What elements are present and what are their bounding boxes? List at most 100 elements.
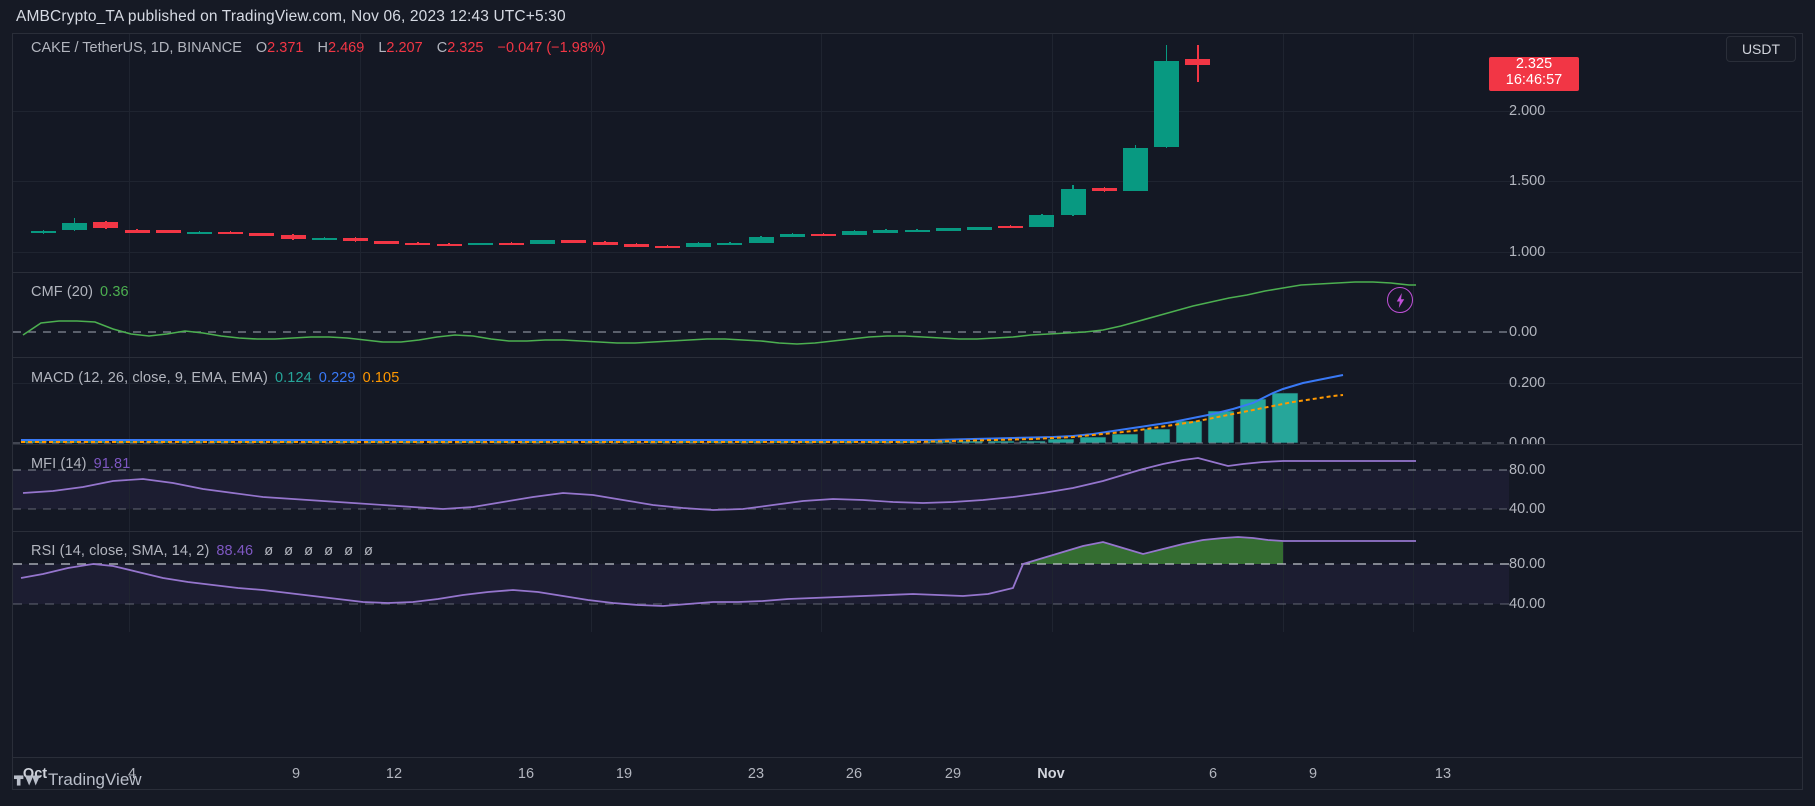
candle-body[interactable] [780,234,805,237]
candle-body[interactable] [967,227,992,230]
cmf-title: CMF (20) [31,284,93,300]
cmf-pane[interactable]: CMF (20)0.36 0.00 [13,273,1802,357]
price-axis-tick: 2.000 [1509,103,1545,119]
gridline-v [591,34,592,272]
close-value: 2.325 [447,40,483,56]
candle-body[interactable] [936,228,961,231]
candle-body[interactable] [312,238,337,241]
candle-body[interactable] [437,244,462,247]
macd-legend[interactable]: MACD (12, 26, close, 9, EMA, EMA)0.1240.… [31,370,399,386]
candle-body[interactable] [31,231,56,234]
mfi-title: MFI (14) [31,456,87,472]
candle-body[interactable] [218,232,243,235]
macd-histogram-bar [1208,411,1234,443]
candle-body[interactable] [249,233,274,236]
candle-body[interactable] [468,243,493,246]
candle-body[interactable] [998,226,1023,229]
close-label: C [437,40,447,56]
currency-badge[interactable]: USDT [1726,36,1796,62]
candle-body[interactable] [1123,148,1148,191]
symbol-title: CAKE / TetherUS, 1D, BINANCE [31,40,242,56]
candle-body[interactable] [842,231,867,235]
time-tick: 9 [1309,766,1317,782]
candle-body[interactable] [93,222,118,228]
gridline-v [1052,34,1053,272]
candle-body[interactable] [561,240,586,243]
attribution-text: AMBCrypto_TA published on TradingView.co… [16,8,566,26]
cmf-legend[interactable]: CMF (20)0.36 [31,284,129,300]
candle-body[interactable] [405,243,430,246]
price-axis-tick: 1.500 [1509,173,1545,189]
candle-body[interactable] [499,243,524,246]
gridline-v [360,34,361,272]
mfi-axis-tick: 40.00 [1509,501,1545,517]
symbol-legend[interactable]: CAKE / TetherUS, 1D, BINANCE O2.371 H2.4… [31,40,606,56]
time-axis[interactable]: Oct 4 9 12 16 19 23 26 29 Nov 6 9 13 [12,758,1803,790]
candle-body[interactable] [343,238,368,242]
tradingview-mark-icon [14,773,40,788]
time-tick: 29 [945,766,961,782]
gridline-v [129,34,130,272]
high-value: 2.469 [328,40,364,56]
candle-body[interactable] [717,243,742,246]
macd-pane[interactable]: MACD (12, 26, close, 9, EMA, EMA)0.1240.… [13,358,1802,444]
candle-body[interactable] [281,235,306,239]
time-tick: Nov [1037,766,1064,782]
rsi-null: ø [344,543,353,559]
rsi-null: ø [324,543,333,559]
rsi-pane[interactable]: RSI (14, close, SMA, 14, 2)88.46øøøøøø [13,532,1802,632]
mfi-legend[interactable]: MFI (14)91.81 [31,456,130,472]
macd-hist-value: 0.124 [275,370,312,386]
candle-body[interactable] [905,230,930,233]
macd-zero-ext [1484,358,1802,444]
time-tick: 23 [748,766,764,782]
candle-body[interactable] [156,230,181,233]
mfi-axis-tick: 80.00 [1509,462,1545,478]
candle-body[interactable] [1154,61,1179,148]
candle-body[interactable] [374,241,399,244]
mfi-series [13,445,1484,531]
macd-histogram-bar [1048,439,1074,443]
candle-body[interactable] [811,234,836,237]
price-plot[interactable] [13,34,1484,272]
candle-body[interactable] [624,244,649,247]
candle-body[interactable] [686,243,711,247]
candle-body[interactable] [593,242,618,245]
tradingview-wordmark: TradingView [48,770,142,790]
current-price-tag: 2.325 16:46:57 [1489,57,1579,91]
mfi-pane[interactable]: MFI (14)91.81 [13,445,1802,531]
lightning-glyph [1394,293,1407,308]
macd-histogram-bar [1112,434,1138,443]
candle-body[interactable] [125,230,150,233]
time-tick: 13 [1435,766,1451,782]
rsi-null: ø [304,543,313,559]
lightning-bolt-icon[interactable] [1387,287,1413,313]
candle-body[interactable] [530,240,555,243]
cmf-axis-tick: 0.00 [1509,324,1537,340]
candle-body[interactable] [873,230,898,233]
macd-histogram-bar [1272,393,1298,443]
rsi-axis-tick: 80.00 [1509,556,1545,572]
mfi-right-gutter [1484,445,1802,531]
candle-body[interactable] [655,246,680,249]
mfi-plot[interactable] [13,445,1484,531]
rsi-null: ø [264,543,273,559]
candle-body[interactable] [1061,189,1086,215]
time-tick: 6 [1209,766,1217,782]
time-tick: 9 [292,766,300,782]
mfi-band-ext-lines [1484,445,1802,531]
candle-body[interactable] [62,223,87,230]
tradingview-chart-screenshot: AMBCrypto_TA published on TradingView.co… [0,0,1815,806]
rsi-legend[interactable]: RSI (14, close, SMA, 14, 2)88.46øøøøøø [31,543,373,559]
candle-body[interactable] [749,237,774,243]
price-axis-tick: 1.000 [1509,244,1545,260]
macd-histogram-bar [1080,437,1106,443]
candle-body[interactable] [1185,59,1210,65]
candle-body[interactable] [187,232,212,235]
candle-body[interactable] [1092,188,1117,191]
cmf-plot[interactable] [13,273,1484,357]
open-label: O [256,40,267,56]
macd-axis-tick: 0.000 [1509,435,1545,444]
candle-body[interactable] [1029,215,1054,227]
time-tick: 12 [386,766,402,782]
